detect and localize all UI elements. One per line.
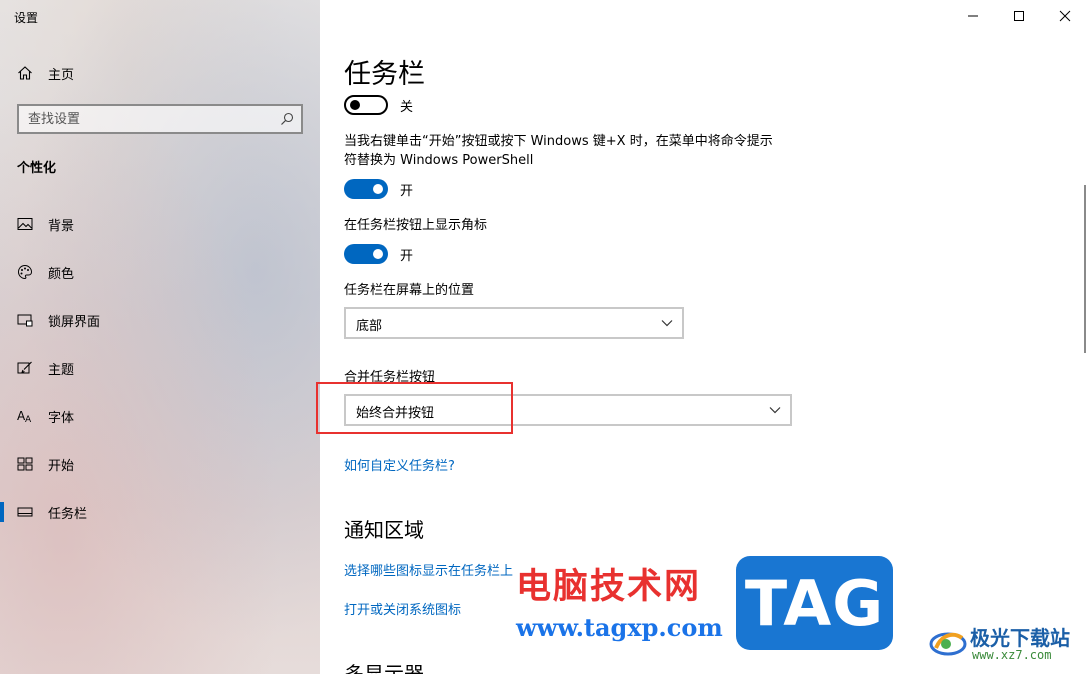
position-dropdown[interactable]: 底部 [344, 307, 684, 339]
picture-icon [17, 218, 33, 230]
select-icons-link[interactable]: 选择哪些图标显示在任务栏上 [344, 560, 513, 579]
maximize-button[interactable] [996, 0, 1042, 32]
powershell-description: 当我右键单击“开始”按钮或按下 Windows 键+X 时，在菜单中将命令提示符… [344, 134, 773, 168]
sidebar-item-themes[interactable]: 主题 [0, 344, 320, 392]
sidebar-item-label: 锁屏界面 [48, 315, 101, 330]
app-title: 设置 [14, 11, 39, 25]
toggle-knob [350, 100, 360, 110]
toggle-state-label: 关 [400, 100, 414, 115]
watermark-url: www.tagxp.com [516, 613, 723, 642]
start-grid-icon [17, 457, 33, 471]
sidebar-item-colors[interactable]: 颜色 [0, 248, 320, 296]
toggle-knob [373, 184, 383, 194]
watermark-text: 电脑技术网 [516, 567, 702, 607]
sidebar-item-lock-screen[interactable]: 锁屏界面 [0, 296, 320, 344]
toggle-knob [373, 249, 383, 259]
sidebar-item-fonts[interactable]: A A 字体 [0, 392, 320, 440]
sidebar-item-background[interactable]: 背景 [0, 200, 320, 248]
tag-logo: TAG [736, 556, 893, 650]
position-value: 底部 [356, 319, 383, 334]
toggle-switch-1[interactable] [344, 95, 388, 115]
content-pane: 任务栏 关 当我右键单击“开始”按钮或按下 Windows 键+X 时，在菜单中… [320, 0, 1088, 674]
sidebar-item-taskbar[interactable]: 任务栏 [0, 488, 320, 536]
home-icon [18, 66, 32, 80]
badges-label: 在任务栏按钮上显示角标 [344, 218, 488, 233]
sidebar-item-start[interactable]: 开始 [0, 440, 320, 488]
chevron-down-icon [661, 320, 673, 327]
position-label: 任务栏在屏幕上的位置 [344, 283, 475, 298]
search-box[interactable] [17, 104, 303, 134]
page-title: 任务栏 [344, 59, 425, 90]
sidebar-home-label: 主页 [48, 68, 75, 83]
sidebar-item-label: 开始 [48, 459, 75, 474]
taskbar-icon [17, 507, 33, 517]
minimize-icon [968, 15, 978, 17]
section-heading: 个性化 [17, 161, 57, 176]
chevron-down-icon [769, 407, 781, 414]
close-icon [1059, 10, 1071, 22]
sidebar-item-label: 字体 [48, 411, 75, 426]
system-icons-link[interactable]: 打开或关闭系统图标 [344, 599, 461, 618]
toggle-switch-powershell[interactable] [344, 179, 388, 199]
search-input[interactable] [19, 106, 269, 132]
font-icon: A A [17, 409, 32, 424]
toggle-switch-badges[interactable] [344, 244, 388, 264]
sidebar: 设置 主页 个性化 背景 颜色 [0, 0, 320, 674]
sidebar-item-home[interactable]: 主页 [0, 58, 320, 88]
notification-area-heading: 通知区域 [344, 518, 424, 542]
lock-screen-icon [17, 314, 33, 327]
search-icon[interactable] [280, 112, 294, 126]
scrollbar-thumb[interactable] [1084, 185, 1086, 353]
sidebar-item-label: 任务栏 [48, 507, 88, 522]
watermark-site-url: www.xz7.com [972, 648, 1052, 662]
svg-text:A: A [25, 415, 32, 424]
customize-taskbar-link[interactable]: 如何自定义任务栏? [344, 455, 455, 474]
close-button[interactable] [1042, 0, 1088, 32]
sidebar-item-label: 颜色 [48, 267, 75, 282]
sidebar-nav: 背景 颜色 锁屏界面 主题 A A 字体 开始 任务栏 [0, 200, 320, 536]
sidebar-item-label: 主题 [48, 363, 75, 378]
toggle-state-label: 开 [400, 184, 414, 199]
minimize-button[interactable] [950, 0, 996, 32]
aurora-logo-icon [929, 632, 967, 656]
watermark-site-name: 极光下载站 [970, 626, 1070, 650]
highlight-box [316, 382, 513, 434]
multiple-displays-heading: 多显示器 [344, 662, 424, 674]
maximize-icon [1014, 11, 1024, 21]
toggle-state-label: 开 [400, 249, 414, 264]
palette-icon [17, 264, 33, 280]
sidebar-item-label: 背景 [48, 219, 75, 234]
theme-brush-icon [17, 361, 32, 374]
